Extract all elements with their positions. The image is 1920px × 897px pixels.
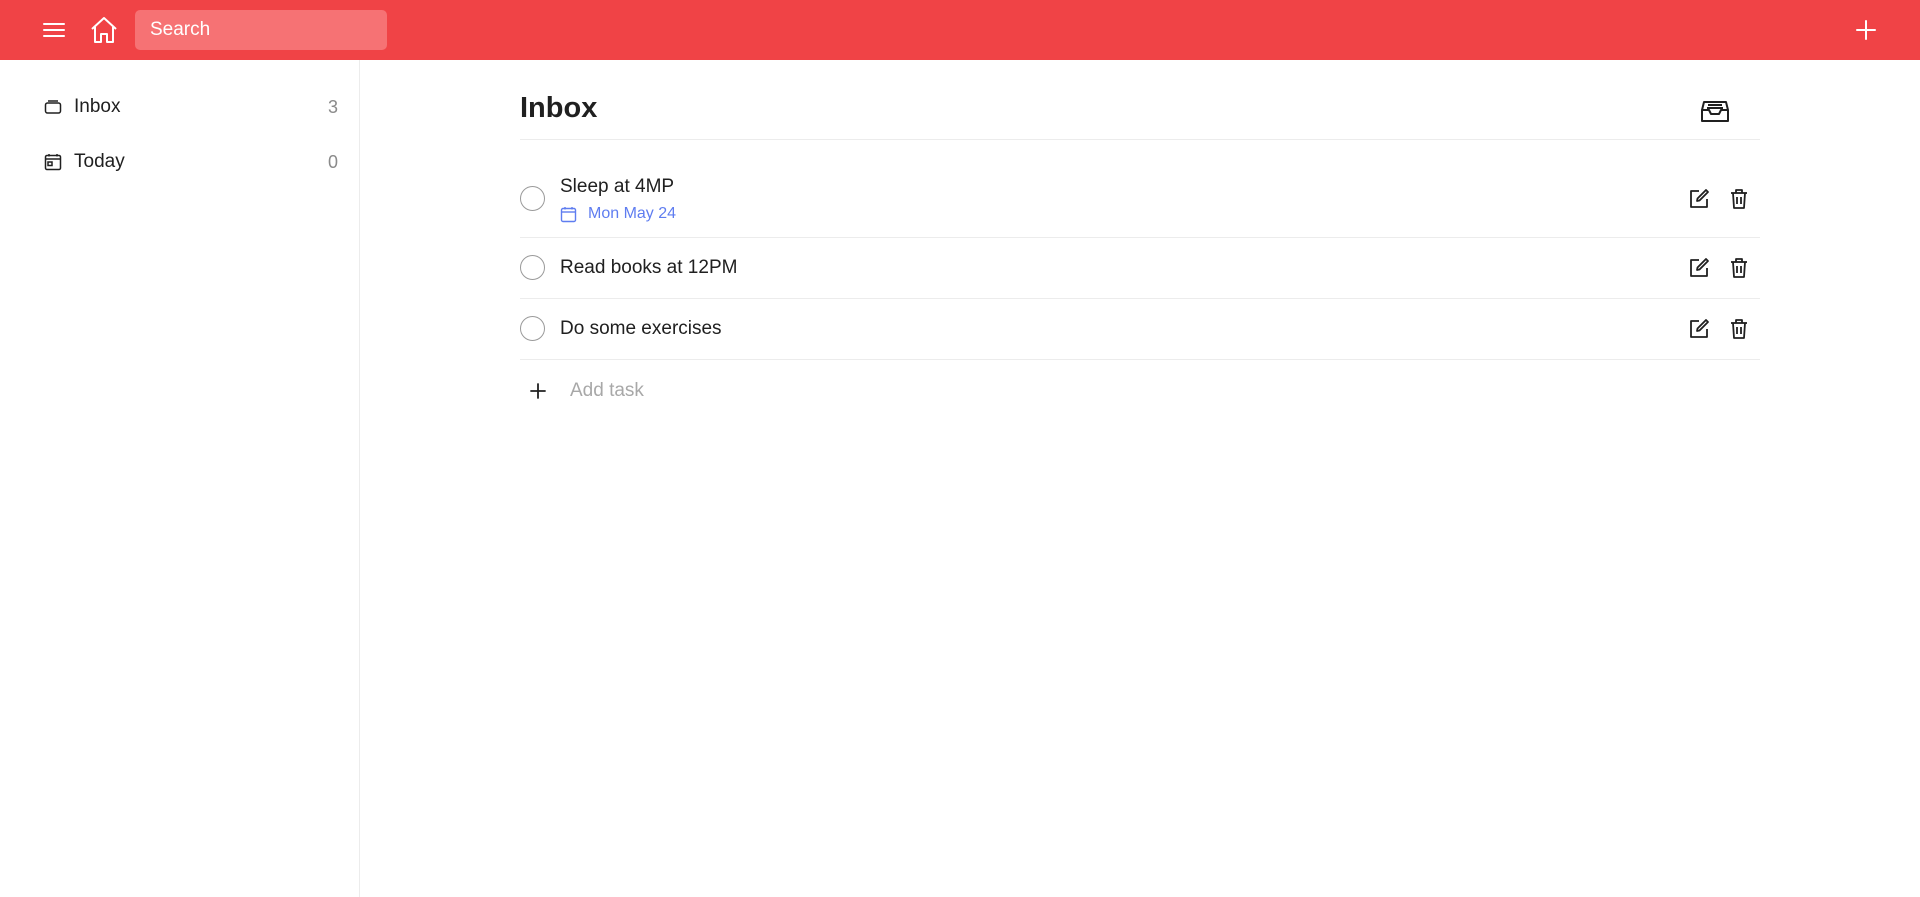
sidebar-item-label: Inbox	[74, 96, 121, 117]
plus-icon	[526, 379, 550, 403]
add-task-button[interactable]: Add task	[526, 375, 644, 407]
sidebar-item-count: 0	[327, 151, 338, 172]
task-title[interactable]: Sleep at 4MP	[560, 176, 674, 198]
task-checkbox[interactable]	[520, 255, 545, 280]
task-actions	[1686, 186, 1752, 212]
trash-icon[interactable]	[1726, 186, 1752, 212]
trash-icon[interactable]	[1726, 255, 1752, 281]
calendar-icon	[560, 204, 588, 224]
task-actions	[1686, 255, 1752, 281]
calendar-icon	[44, 150, 74, 174]
search-input[interactable]	[135, 10, 387, 50]
task-checkbox[interactable]	[520, 186, 545, 211]
task-checkbox[interactable]	[520, 316, 545, 341]
plus-icon[interactable]	[1848, 12, 1884, 48]
top-bar	[0, 0, 1920, 60]
main-header: Inbox	[520, 88, 1760, 140]
sidebar: Inbox 3 Today 0	[0, 60, 360, 897]
hamburger-icon[interactable]	[38, 14, 70, 46]
sidebar-item-today[interactable]: Today 0	[44, 142, 338, 182]
page-title: Inbox	[520, 92, 598, 124]
task-date-label: Mon May 24	[588, 205, 677, 222]
sidebar-item-count: 3	[327, 96, 338, 117]
edit-icon[interactable]	[1686, 255, 1712, 281]
add-task-label: Add task	[570, 380, 644, 401]
task-row: Do some exercises	[520, 299, 1760, 360]
inbox-icon	[44, 95, 74, 119]
task-actions	[1686, 316, 1752, 342]
home-icon[interactable]	[86, 10, 122, 50]
sidebar-item-inbox[interactable]: Inbox 3	[44, 87, 338, 127]
sidebar-item-label: Today	[74, 151, 125, 172]
edit-icon[interactable]	[1686, 186, 1712, 212]
task-title[interactable]: Do some exercises	[560, 318, 722, 340]
task-title[interactable]: Read books at 12PM	[560, 257, 737, 279]
inbox-tray-icon[interactable]	[1698, 94, 1732, 128]
task-row: Read books at 12PM	[520, 238, 1760, 299]
task-row: Sleep at 4MP Mon May 24	[520, 170, 1760, 238]
trash-icon[interactable]	[1726, 316, 1752, 342]
task-due-date: Mon May 24	[560, 204, 676, 224]
edit-icon[interactable]	[1686, 316, 1712, 342]
